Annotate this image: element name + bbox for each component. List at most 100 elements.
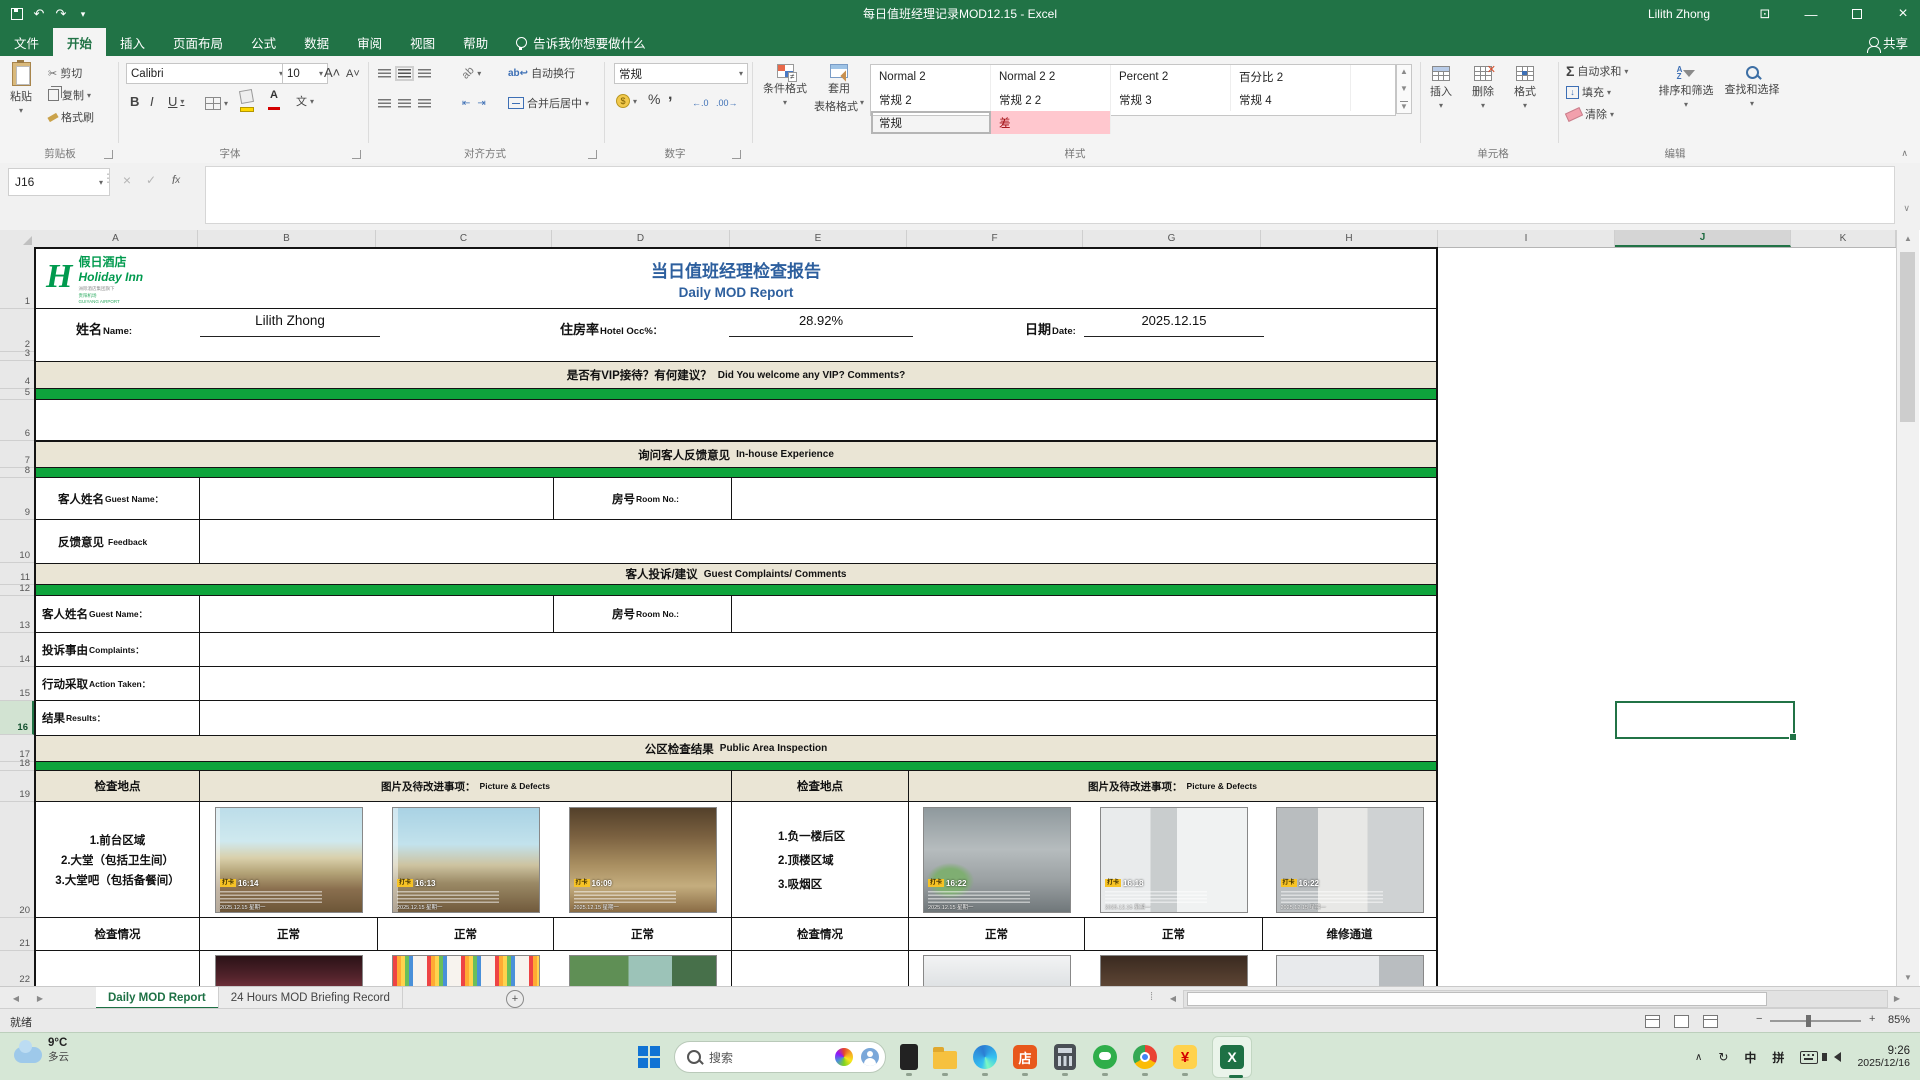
fill-color-button[interactable] — [240, 90, 254, 115]
taskbar-edge[interactable] — [972, 1044, 998, 1070]
ribbon-display-options-icon[interactable]: ⊡ — [1748, 0, 1782, 28]
format-painter-button[interactable]: 格式刷 — [48, 108, 94, 126]
conditional-formatting-button[interactable]: 条件格式▾ — [762, 64, 808, 107]
row-header-21[interactable]: 21 — [0, 918, 34, 951]
insp-pictures-header-left[interactable]: 图片及待改进事项：Picture & Defects — [200, 771, 732, 801]
row-header-12[interactable]: 12 — [0, 585, 34, 596]
status-c21[interactable]: 正常 — [378, 918, 554, 950]
row-header-14[interactable]: 14 — [0, 633, 34, 667]
status-b21[interactable]: 正常 — [200, 918, 378, 950]
style-changgui22[interactable]: 常规 2 2 — [991, 88, 1111, 111]
taskbar-app-orange[interactable]: 店 — [1012, 1044, 1038, 1070]
complaint-reason-value-cell[interactable] — [200, 633, 1436, 666]
taskbar-app-dark[interactable] — [900, 1044, 918, 1070]
orientation-button[interactable]: ab▾ — [462, 64, 481, 82]
zoom-level[interactable]: 85% — [1888, 1014, 1910, 1026]
merge-center-button[interactable]: 合并后居中▾ — [508, 94, 589, 112]
font-color-button[interactable]: A — [268, 90, 280, 113]
section-complaints[interactable]: 客人投诉/建议Guest Complaints/ Comments — [34, 563, 1438, 585]
row-header-13[interactable]: 13 — [0, 596, 34, 633]
taskbar-chrome[interactable] — [1132, 1044, 1158, 1070]
taskbar-app-yen[interactable]: ¥ — [1172, 1044, 1198, 1070]
horizontal-scrollbar[interactable] — [1183, 990, 1888, 1008]
tab-home[interactable]: 开始 — [53, 28, 106, 56]
grow-font-icon[interactable]: A˄ — [324, 63, 340, 81]
comma-style-button[interactable]: , — [668, 86, 672, 104]
style-changgui4[interactable]: 常规 4 — [1231, 88, 1351, 111]
row-header-10[interactable]: 10 — [0, 520, 34, 563]
hscroll-left-icon[interactable]: ◀ — [1166, 990, 1180, 1006]
feedback-label-cell[interactable]: 反馈意见Feedback — [36, 520, 200, 563]
photo-partial-6[interactable] — [1276, 955, 1424, 986]
font-dialog-launcher[interactable] — [352, 150, 361, 159]
formula-input[interactable] — [205, 166, 1895, 224]
insp-row2-loc-cell[interactable] — [36, 951, 200, 986]
insp-pictures-header-right[interactable]: 图片及待改进事项：Picture & Defects — [909, 771, 1436, 801]
feedback-value-cell[interactable] — [200, 520, 1436, 563]
cut-button[interactable]: ✂剪切 — [48, 64, 82, 82]
complaint-room-value-cell[interactable] — [732, 596, 1436, 632]
insp-right-locations-cell[interactable]: 1.负一楼后区 2.顶楼区域 3.吸烟区 — [732, 802, 909, 917]
normal-view-icon[interactable] — [1645, 1015, 1660, 1028]
col-header-I[interactable]: I — [1438, 230, 1615, 247]
sort-filter-button[interactable]: AZ 排序和筛选▾ — [1658, 66, 1714, 109]
style-normal2[interactable]: Normal 2 — [871, 65, 991, 88]
tray-speaker-icon[interactable] — [1834, 1052, 1841, 1062]
scroll-up-icon[interactable]: ▲ — [1897, 230, 1919, 247]
tab-formulas[interactable]: 公式 — [237, 28, 290, 56]
row-header-3[interactable]: 3 — [0, 352, 34, 361]
copy-button[interactable]: 复制▾ — [48, 86, 91, 104]
col-header-C[interactable]: C — [376, 230, 552, 247]
horizontal-align-buttons[interactable] — [378, 94, 431, 112]
tray-clock[interactable]: 9:26 2025/12/16 — [1857, 1045, 1910, 1069]
vertical-scroll-thumb[interactable] — [1900, 252, 1915, 422]
page-break-view-icon[interactable] — [1703, 1015, 1718, 1028]
zoom-in-icon[interactable]: + — [1869, 1013, 1875, 1025]
tray-hidden-icons-chevron[interactable]: ∧ — [1695, 1052, 1702, 1063]
col-header-G[interactable]: G — [1083, 230, 1261, 247]
col-header-J-selected[interactable]: J — [1615, 230, 1791, 247]
tab-help[interactable]: 帮助 — [449, 28, 502, 56]
action-taken-label-cell[interactable]: 行动采取Action Taken： — [36, 667, 200, 700]
styles-gallery-scroll[interactable]: ▲▼▼ — [1396, 64, 1412, 114]
view-shortcuts[interactable] — [1645, 1015, 1718, 1028]
col-header-A[interactable]: A — [34, 230, 198, 247]
photo-lobby-bar[interactable]: 打卡16:09 2025.12.15 星期一 — [569, 807, 717, 913]
status-g21[interactable]: 正常 — [1085, 918, 1263, 950]
guest-name-label-cell[interactable]: 客人姓名Guest Name： — [36, 478, 200, 519]
insert-function-icon[interactable]: fx — [164, 168, 188, 192]
select-all-corner[interactable] — [0, 230, 35, 248]
zoom-slider[interactable] — [1770, 1020, 1861, 1022]
delete-cells-button[interactable]: 删除▾ — [1472, 66, 1494, 110]
date-value[interactable]: 2025.12.15 — [1084, 313, 1264, 337]
scroll-down-icon[interactable]: ▼ — [1897, 969, 1919, 986]
insp-left-locations-cell[interactable]: 1.前台区域 2.大堂（包括卫生间） 3.大堂吧（包括备餐间） — [36, 802, 200, 917]
autosum-button[interactable]: Σ自动求和▾ — [1566, 62, 1628, 80]
font-family-select[interactable]: Calibri▾ — [126, 63, 288, 84]
style-changgui2[interactable]: 常规 2 — [871, 88, 991, 111]
insp-row2-loc-cell-right[interactable] — [732, 951, 909, 986]
taskbar-calculator[interactable] — [1052, 1044, 1078, 1070]
style-baifenbi2[interactable]: 百分比 2 — [1231, 65, 1351, 88]
vertical-align-buttons[interactable] — [378, 64, 431, 82]
enter-icon[interactable]: ✓ — [140, 168, 162, 192]
photo-front-desk[interactable]: 打卡16:14 2025.12.15 星期一 — [215, 807, 363, 913]
cancel-icon[interactable]: × — [116, 168, 138, 192]
name-box[interactable]: J16▾ — [8, 168, 110, 196]
clear-button[interactable]: 清除▾ — [1566, 105, 1614, 123]
page-layout-view-icon[interactable] — [1674, 1015, 1689, 1028]
decrease-decimal-icon[interactable]: .00→ — [716, 94, 738, 112]
expand-formula-bar-icon[interactable]: ∨ — [1903, 203, 1910, 214]
format-as-table-button[interactable]: 套用 表格格式▾ — [814, 64, 864, 114]
section-vip[interactable]: 是否有VIP接待？有何建议？Did You welcome any VIP? C… — [34, 361, 1438, 389]
taskbar-file-explorer[interactable] — [932, 1044, 958, 1070]
start-button[interactable] — [638, 1046, 660, 1068]
new-sheet-icon[interactable]: + — [506, 990, 524, 1008]
status-d21[interactable]: 正常 — [554, 918, 732, 950]
col-header-B[interactable]: B — [198, 230, 376, 247]
complaint-guest-value-cell[interactable] — [200, 596, 554, 632]
photo-roof-area[interactable]: 打卡16:18 2025.12.15 星期一 — [1100, 807, 1248, 913]
photo-partial-5[interactable] — [1100, 955, 1248, 986]
photo-partial-4[interactable] — [923, 955, 1071, 986]
alignment-dialog-launcher[interactable] — [588, 150, 597, 159]
